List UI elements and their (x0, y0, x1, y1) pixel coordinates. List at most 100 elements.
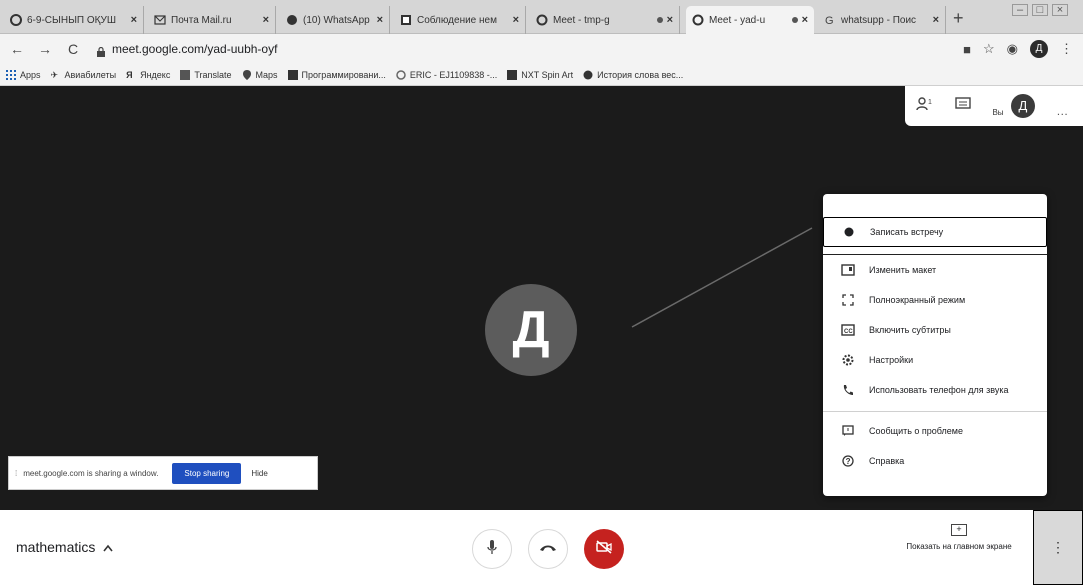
menu-item-label: Полноэкранный режим (869, 295, 966, 305)
record-icon (842, 225, 856, 239)
microphone-icon (486, 539, 498, 560)
browser-tab[interactable]: Meet - tmp-g × (530, 6, 680, 34)
window-close-icon[interactable]: × (1052, 4, 1068, 16)
menu-item-settings[interactable]: Настройки (823, 345, 1047, 375)
plane-icon: ✈ (50, 69, 59, 80)
yandex-icon: Я (126, 69, 133, 80)
bookmark-item[interactable]: Я Яндекс (126, 70, 170, 80)
browser-tab[interactable]: 6-9-СЫНЫП ОҚУШ × (4, 6, 144, 34)
captions-icon: CC (841, 323, 855, 337)
bookmark-item[interactable]: ✈ Авиабилеты (51, 70, 117, 80)
menu-item-report-problem[interactable]: Сообщить о проблеме (823, 416, 1047, 446)
meet-bottom-bar: mathematics + Показать на главном экране… (0, 510, 1083, 585)
recording-dot-icon (791, 17, 798, 23)
browser-menu-icon[interactable]: ⋮ (1060, 41, 1073, 57)
minimize-icon[interactable]: – (1012, 4, 1028, 16)
close-tab-icon[interactable]: × (933, 14, 939, 26)
browser-tab-active[interactable]: Meet - yad-u × (686, 6, 814, 34)
browser-tab[interactable]: Соблюдение нем × (394, 6, 526, 34)
close-tab-icon[interactable]: × (263, 14, 269, 26)
browser-tab[interactable]: Почта Mail.ru × (148, 6, 276, 34)
chevron-up-icon (103, 539, 113, 555)
close-tab-icon[interactable]: × (667, 14, 673, 26)
menu-divider (823, 411, 1047, 412)
tab-title: Соблюдение нем (417, 14, 497, 26)
menu-item-captions[interactable]: CC Включить субтитры (823, 315, 1047, 345)
drag-handle-icon[interactable]: ⁞ (15, 469, 17, 478)
present-label: Показать на главном экране (906, 542, 1012, 551)
camera-button[interactable] (584, 529, 624, 569)
menu-item-fullscreen[interactable]: Полноэкранный режим (823, 285, 1047, 315)
profile-avatar[interactable]: Д (1030, 40, 1048, 58)
bookmark-star-icon[interactable]: ☆ (983, 41, 995, 57)
browser-tab[interactable]: (10) WhatsApp × (280, 6, 390, 34)
leave-call-button[interactable] (528, 529, 568, 569)
url-field[interactable]: meet.google.com/yad-uubh-oyf (112, 42, 277, 56)
close-tab-icon[interactable]: × (513, 14, 519, 26)
stop-sharing-button[interactable]: Stop sharing (172, 462, 242, 484)
camera-indicator-icon[interactable]: ■ (963, 42, 971, 57)
menu-item-change-layout[interactable]: Изменить макет (823, 255, 1047, 285)
close-tab-icon[interactable]: × (802, 14, 808, 26)
close-tab-icon[interactable]: × (131, 14, 137, 26)
meeting-name: mathematics (16, 539, 96, 555)
forward-arrow-icon[interactable]: → (34, 41, 56, 57)
participant-avatar: Д (485, 284, 577, 376)
close-tab-icon[interactable]: × (377, 14, 383, 26)
bookmark-item[interactable]: Программировани... (287, 69, 386, 80)
bookmark-item[interactable]: Apps (6, 69, 41, 80)
camera-off-icon (595, 539, 613, 559)
reload-icon[interactable]: C (62, 41, 84, 57)
back-arrow-icon[interactable]: ← (6, 41, 28, 57)
menu-item-label: Записать встречу (870, 227, 944, 237)
menu-item-label: Справка (869, 456, 905, 466)
svg-text:?: ? (846, 457, 851, 466)
microphone-button[interactable] (472, 529, 512, 569)
bookmark-label: Maps (255, 69, 278, 80)
meeting-details-toggle[interactable]: mathematics (16, 539, 113, 555)
bookmark-label: Translate (194, 69, 232, 80)
menu-item-label: Настройки (869, 355, 914, 365)
maximize-icon[interactable]: □ (1032, 4, 1048, 16)
bookmark-label: Программировани... (301, 69, 386, 80)
menu-item-record[interactable]: Записать встречу (823, 217, 1047, 247)
bookmark-item[interactable]: Maps (242, 69, 278, 80)
more-options-button[interactable]: ⋮ (1033, 510, 1083, 585)
eric-icon (396, 69, 406, 80)
menu-item-help[interactable]: ? Справка (823, 446, 1047, 476)
fullscreen-icon (841, 293, 855, 307)
bookmark-item[interactable]: Translate (180, 69, 232, 80)
bookmark-item[interactable]: ERIC - EJ1109838 -... (396, 70, 497, 80)
new-tab-button[interactable]: + (953, 8, 964, 29)
bookmark-label: ERIC - EJ1109838 -... (409, 69, 498, 80)
feedback-icon (841, 424, 855, 438)
globe-icon (583, 70, 593, 80)
bookmark-label: История слова вес... (597, 69, 684, 80)
tab-title: Meet - tmp-g (553, 14, 610, 26)
tab-title: Meet - yad-u (709, 14, 766, 26)
layout-icon (841, 263, 855, 277)
bookmarks-bar: Apps ✈ Авиабилеты Я Яндекс Translate Maps … (0, 64, 1083, 86)
address-bar: ← → C meet.google.com/yad-uubh-oyf ■ ☆ ◉… (0, 34, 1083, 64)
google-icon: G (824, 14, 836, 27)
bookmark-label: Яндекс (140, 69, 171, 80)
maps-icon (242, 69, 252, 80)
hide-button[interactable]: Hide (251, 469, 267, 478)
settings-icon (841, 353, 855, 367)
menu-item-phone-audio[interactable]: Использовать телефон для звука (823, 375, 1047, 405)
menu-item-label: Использовать телефон для звука (869, 385, 1009, 395)
apps-icon (6, 69, 16, 80)
bookmark-label: NXT Spin Art (521, 69, 574, 80)
extension-icon[interactable]: ◉ (1007, 41, 1018, 57)
bookmark-item[interactable]: История слова вес... (583, 70, 683, 80)
help-icon: ? (841, 454, 855, 468)
bookmark-item[interactable]: NXT Spin Art (507, 69, 574, 80)
translate-icon (180, 69, 191, 80)
menu-item-label: Включить субтитры (869, 325, 951, 335)
bookmark-label: Авиабилеты (64, 69, 117, 80)
present-now-button[interactable]: + Показать на главном экране (884, 524, 1034, 551)
browser-tab[interactable]: G whatsupp - Поис × (818, 6, 946, 34)
svg-text:CC: CC (844, 329, 853, 335)
meet-stage: 1 Вы Д … Д Записать встречу Изменить мак… (0, 86, 1083, 510)
tab-title: 6-9-СЫНЫП ОҚУШ (27, 14, 117, 26)
